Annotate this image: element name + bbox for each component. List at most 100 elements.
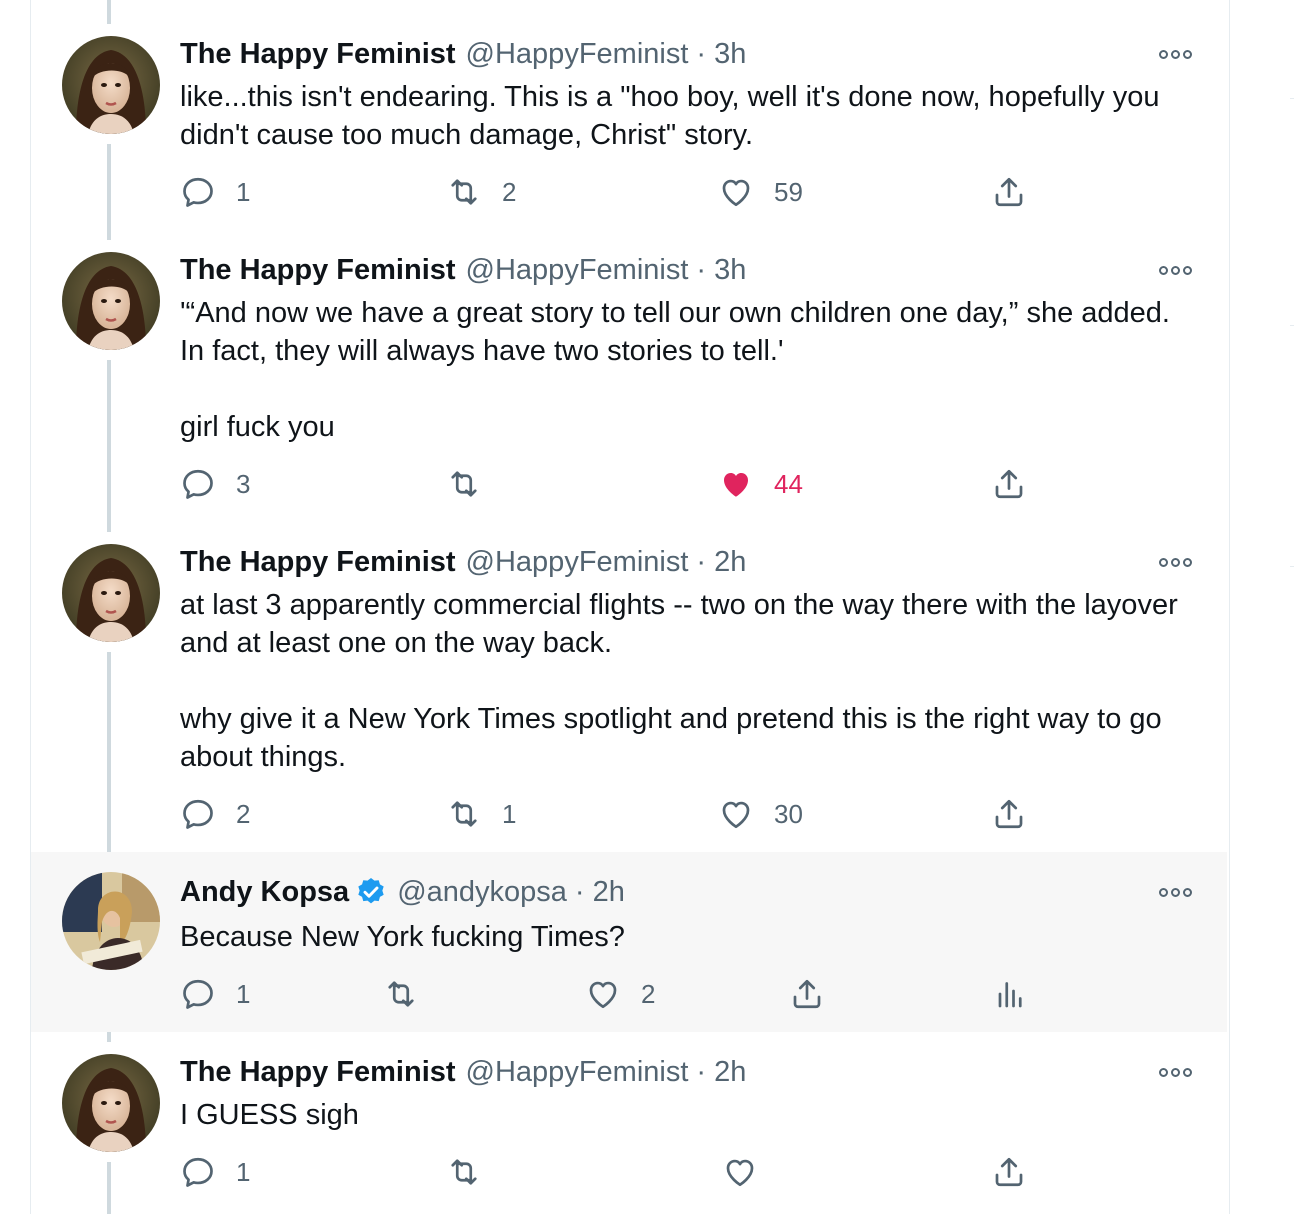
tweet-text: '“And now we have a great story to tell … (180, 297, 1170, 443)
retweet-icon (446, 796, 482, 832)
reply-button[interactable]: 1 (180, 1152, 250, 1192)
avatar[interactable] (62, 544, 160, 642)
display-name[interactable]: The Happy Feminist (180, 252, 456, 288)
heart-icon (718, 174, 754, 210)
display-name[interactable]: Andy Kopsa (180, 874, 349, 910)
tweet-header: The Happy Feminist @HappyFeminist · 3h (180, 252, 746, 288)
separator: · (574, 876, 585, 908)
more-options-icon[interactable] (1159, 1065, 1195, 1079)
like-button[interactable]: 30 (718, 794, 803, 834)
reply-count: 2 (236, 798, 251, 829)
retweet-button[interactable]: 1 (446, 794, 516, 834)
tweet[interactable]: The Happy Feminist @HappyFeminist · 2h I… (31, 1032, 1227, 1214)
user-handle[interactable]: @HappyFeminist (466, 1054, 689, 1090)
edge-divider (1290, 98, 1294, 99)
tweet-header: The Happy Feminist @HappyFeminist · 2h (180, 1054, 746, 1090)
separator: · (696, 1056, 707, 1088)
reply-count: 1 (236, 1156, 251, 1187)
retweet-button[interactable] (446, 1152, 482, 1192)
like-button[interactable]: 2 (585, 974, 655, 1014)
tweet-header: The Happy Feminist @HappyFeminist · 2h (180, 544, 746, 580)
tweet-header: The Happy Feminist @HappyFeminist · 3h (180, 36, 746, 72)
timestamp[interactable]: 3h (714, 252, 746, 288)
like-count: 30 (774, 798, 803, 829)
retweet-count: 2 (502, 176, 517, 207)
retweet-button[interactable] (446, 464, 482, 504)
share-button[interactable] (991, 1152, 1027, 1192)
retweet-button[interactable] (383, 974, 419, 1014)
reply-count: 3 (236, 468, 251, 499)
tweet[interactable]: The Happy Feminist @HappyFeminist · 3h l… (31, 0, 1227, 240)
share-button[interactable] (991, 464, 1027, 504)
heart-icon (722, 1154, 758, 1190)
avatar[interactable] (62, 36, 160, 134)
display-name[interactable]: The Happy Feminist (180, 1054, 456, 1090)
like-button[interactable]: 59 (718, 172, 803, 212)
heart-filled-icon (718, 466, 754, 502)
reply-icon (180, 466, 216, 502)
retweet-icon (383, 976, 419, 1012)
user-handle[interactable]: @HappyFeminist (466, 544, 689, 580)
timestamp[interactable]: 2h (714, 544, 746, 580)
more-options-icon[interactable] (1159, 885, 1195, 899)
like-button[interactable]: 44 (718, 464, 803, 504)
user-handle[interactable]: @andykopsa (397, 874, 567, 910)
reply-button[interactable]: 3 (180, 464, 250, 504)
more-options-icon[interactable] (1159, 263, 1195, 277)
like-count: 2 (641, 978, 656, 1009)
heart-icon (718, 796, 754, 832)
tweet-text: I GUESS sigh (180, 1099, 359, 1131)
retweet-count: 1 (502, 798, 517, 829)
separator: · (696, 546, 707, 578)
tweet-text: like...this isn't endearing. This is a "… (180, 81, 1168, 151)
share-icon (789, 976, 825, 1012)
timestamp[interactable]: 3h (714, 36, 746, 72)
reply-icon (180, 796, 216, 832)
user-handle[interactable]: @HappyFeminist (466, 252, 689, 288)
reply-icon (180, 174, 216, 210)
share-icon (991, 1154, 1027, 1190)
share-button[interactable] (789, 974, 825, 1014)
reply-count: 1 (236, 176, 251, 207)
reply-button[interactable]: 2 (180, 794, 250, 834)
share-icon (991, 796, 1027, 832)
separator: · (696, 254, 707, 286)
tweet[interactable]: Andy Kopsa @andykopsa · 2h Because New Y… (31, 852, 1227, 1032)
reply-icon (180, 1154, 216, 1190)
retweet-icon (446, 466, 482, 502)
share-button[interactable] (991, 794, 1027, 834)
display-name[interactable]: The Happy Feminist (180, 544, 456, 580)
retweet-icon (446, 1154, 482, 1190)
verified-badge-icon (358, 878, 384, 904)
avatar[interactable] (62, 1054, 160, 1152)
retweet-button[interactable]: 2 (446, 172, 516, 212)
avatar[interactable] (62, 252, 160, 350)
tweet-text: Because New York fucking Times? (180, 921, 625, 953)
edge-divider (1290, 325, 1294, 326)
tweet[interactable]: The Happy Feminist @HappyFeminist · 3h '… (31, 240, 1227, 530)
tweet-header: Andy Kopsa @andykopsa · 2h (180, 874, 625, 910)
edge-divider (1290, 566, 1294, 567)
like-button[interactable] (722, 1152, 758, 1192)
more-options-icon[interactable] (1159, 555, 1195, 569)
user-handle[interactable]: @HappyFeminist (466, 36, 689, 72)
tweet-text: at last 3 apparently commercial flights … (180, 589, 1178, 773)
analytics-button[interactable] (991, 974, 1027, 1014)
more-options-icon[interactable] (1159, 47, 1195, 61)
heart-icon (585, 976, 621, 1012)
share-icon (991, 466, 1027, 502)
timestamp[interactable]: 2h (593, 874, 625, 910)
like-count: 44 (774, 468, 803, 499)
tweet[interactable]: The Happy Feminist @HappyFeminist · 2h a… (31, 530, 1227, 852)
share-icon (991, 174, 1027, 210)
page-edge (1290, 0, 1294, 1214)
avatar[interactable] (62, 872, 160, 970)
timestamp[interactable]: 2h (714, 1054, 746, 1090)
display-name[interactable]: The Happy Feminist (180, 36, 456, 72)
reply-icon (180, 976, 216, 1012)
share-button[interactable] (991, 172, 1027, 212)
reply-count: 1 (236, 978, 251, 1009)
reply-button[interactable]: 1 (180, 172, 250, 212)
reply-button[interactable]: 1 (180, 974, 250, 1014)
retweet-icon (446, 174, 482, 210)
